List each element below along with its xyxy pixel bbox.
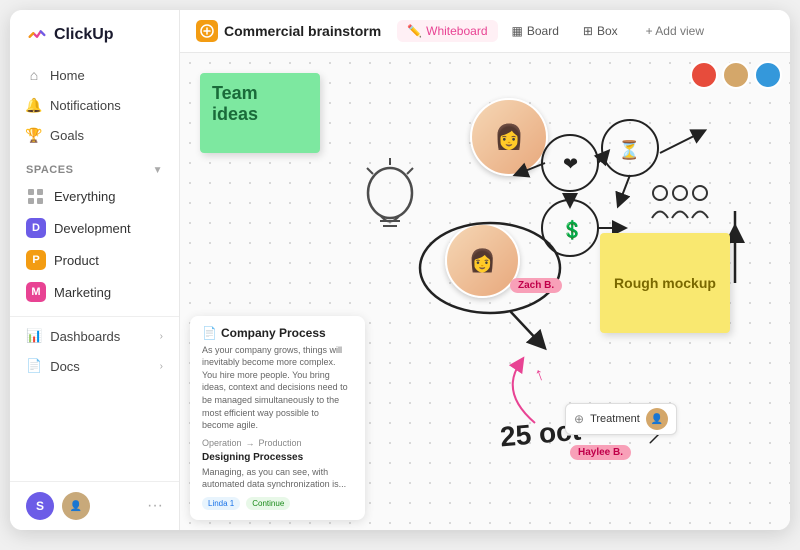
board-tab-icon: ▦ — [512, 24, 523, 38]
add-view-label: + Add view — [646, 24, 704, 38]
status-badge-linda: Linda 1 — [202, 497, 240, 510]
more-options-icon[interactable]: ··· — [147, 497, 163, 515]
dashboards-icon: 📊 — [26, 328, 42, 344]
people-group-icon — [650, 183, 710, 230]
collaborator-avatar-1 — [690, 61, 718, 89]
tab-board[interactable]: ▦ Board — [502, 20, 569, 42]
view-tabs: ✏️ Whiteboard ▦ Board ⊞ Box + Add view — [397, 20, 714, 42]
sidebar-footer: S 👤 ··· — [10, 481, 179, 530]
board-tab-label: Board — [527, 24, 559, 38]
page-title: Commercial brainstorm — [224, 23, 381, 39]
process-card-footer: Linda 1 Continue — [202, 497, 353, 510]
cursor-arrow: ↑ — [532, 363, 548, 386]
treatment-label-text: Treatment — [590, 413, 640, 425]
docs-icon: 📄 — [26, 358, 42, 374]
home-icon: ⌂ — [26, 67, 42, 83]
svg-text:⏳: ⏳ — [618, 139, 640, 160]
spaces-label: Spaces — [26, 164, 73, 176]
marketing-icon: M — [26, 282, 46, 302]
sidebar-item-docs[interactable]: 📄 Docs › — [10, 351, 179, 381]
treatment-move-icon: ⊕ — [574, 412, 584, 426]
sticky-note-team-ideas-text: Team ideas — [212, 83, 258, 124]
box-tab-icon: ⊞ — [583, 24, 593, 38]
svg-text:❤: ❤ — [563, 154, 578, 174]
lightbulb-drawing — [345, 153, 435, 276]
sidebar-nav: ⌂ Home 🔔 Notifications 🏆 Goals — [10, 56, 179, 154]
zach-name-label: Zach B. — [510, 278, 562, 293]
sidebar: ClickUp ⌂ Home 🔔 Notifications 🏆 Goals S… — [10, 10, 180, 530]
docs-label: Docs — [50, 359, 80, 374]
sidebar-item-everything[interactable]: Everything — [10, 180, 179, 212]
haylee-name-label: Haylee B. — [570, 445, 631, 460]
sidebar-bottom: 📊 Dashboards › 📄 Docs › — [10, 316, 179, 385]
spaces-section-header[interactable]: Spaces ▼ — [10, 154, 179, 180]
sidebar-item-notifications-label: Notifications — [50, 98, 121, 113]
canvas-photo-woman-mid: 👩 — [445, 223, 520, 298]
sidebar-item-notifications[interactable]: 🔔 Notifications — [10, 90, 179, 120]
whiteboard-canvas[interactable]: Team ideas — [180, 53, 790, 530]
collaborator-avatars — [690, 61, 782, 89]
process-card[interactable]: 📄 Company Process As your company grows,… — [190, 316, 365, 520]
sidebar-item-home[interactable]: ⌂ Home — [10, 60, 179, 90]
tab-box[interactable]: ⊞ Box — [573, 20, 628, 42]
status-badge-continue: Continue — [246, 497, 290, 510]
add-view-button[interactable]: + Add view — [636, 20, 714, 42]
process-card-title: 📄 Company Process — [202, 326, 353, 340]
everything-icon — [26, 186, 46, 206]
sidebar-item-development[interactable]: D Development — [10, 212, 179, 244]
process-card-subtitle: Designing Processes — [202, 452, 353, 463]
canvas-photo-woman-top: 👩 — [470, 98, 548, 176]
clickup-logo-icon — [26, 24, 48, 46]
collaborator-avatar-3 — [754, 61, 782, 89]
sidebar-item-goals[interactable]: 🏆 Goals — [10, 120, 179, 150]
tab-whiteboard[interactable]: ✏️ Whiteboard — [397, 20, 497, 42]
whiteboard-tab-icon: ✏️ — [407, 24, 422, 38]
sidebar-item-marketing-label: Marketing — [54, 285, 111, 300]
sticky-note-rough-mockup-text: Rough mockup — [614, 275, 716, 291]
sticky-note-rough-mockup[interactable]: Rough mockup — [600, 233, 730, 333]
toolbar: Commercial brainstorm ✏️ Whiteboard ▦ Bo… — [180, 10, 790, 53]
zach-label-text: Zach B. — [518, 280, 554, 291]
svg-text:💲: 💲 — [561, 219, 583, 240]
doc-icon: 📄 — [202, 326, 217, 340]
logo-text: ClickUp — [54, 26, 114, 44]
logo: ClickUp — [10, 10, 179, 56]
dashboards-chevron-icon: › — [160, 331, 163, 342]
user-avatar-photo: 👤 — [62, 492, 90, 520]
docs-chevron-icon: › — [160, 361, 163, 372]
sticky-note-team-ideas[interactable]: Team ideas — [200, 73, 320, 153]
process-card-body: As your company grows, things will inevi… — [202, 344, 353, 432]
sidebar-item-dashboards[interactable]: 📊 Dashboards › — [10, 321, 179, 351]
treatment-avatar: 👤 — [646, 408, 668, 430]
main-content: Commercial brainstorm ✏️ Whiteboard ▦ Bo… — [180, 10, 790, 530]
bell-icon: 🔔 — [26, 97, 42, 113]
process-card-flow: Operation → Production — [202, 438, 353, 448]
box-tab-label: Box — [597, 24, 618, 38]
user-avatar-initial: S — [26, 492, 54, 520]
breadcrumb-icon — [196, 20, 218, 42]
development-icon: D — [26, 218, 46, 238]
sidebar-item-product[interactable]: P Product — [10, 244, 179, 276]
dashboards-label: Dashboards — [50, 329, 120, 344]
collaborator-avatar-2 — [722, 61, 750, 89]
product-icon: P — [26, 250, 46, 270]
haylee-label-text: Haylee B. — [578, 447, 623, 458]
whiteboard-tab-label: Whiteboard — [426, 24, 487, 38]
sidebar-item-development-label: Development — [54, 221, 131, 236]
sidebar-item-everything-label: Everything — [54, 189, 115, 204]
sidebar-item-goals-label: Goals — [50, 128, 84, 143]
chevron-down-icon: ▼ — [153, 165, 163, 176]
treatment-card[interactable]: ⊕ Treatment 👤 — [565, 403, 677, 435]
sidebar-item-product-label: Product — [54, 253, 99, 268]
sidebar-item-marketing[interactable]: M Marketing — [10, 276, 179, 308]
process-card-description: Managing, as you can see, with automated… — [202, 466, 353, 491]
sidebar-item-home-label: Home — [50, 68, 85, 83]
goals-icon: 🏆 — [26, 127, 42, 143]
